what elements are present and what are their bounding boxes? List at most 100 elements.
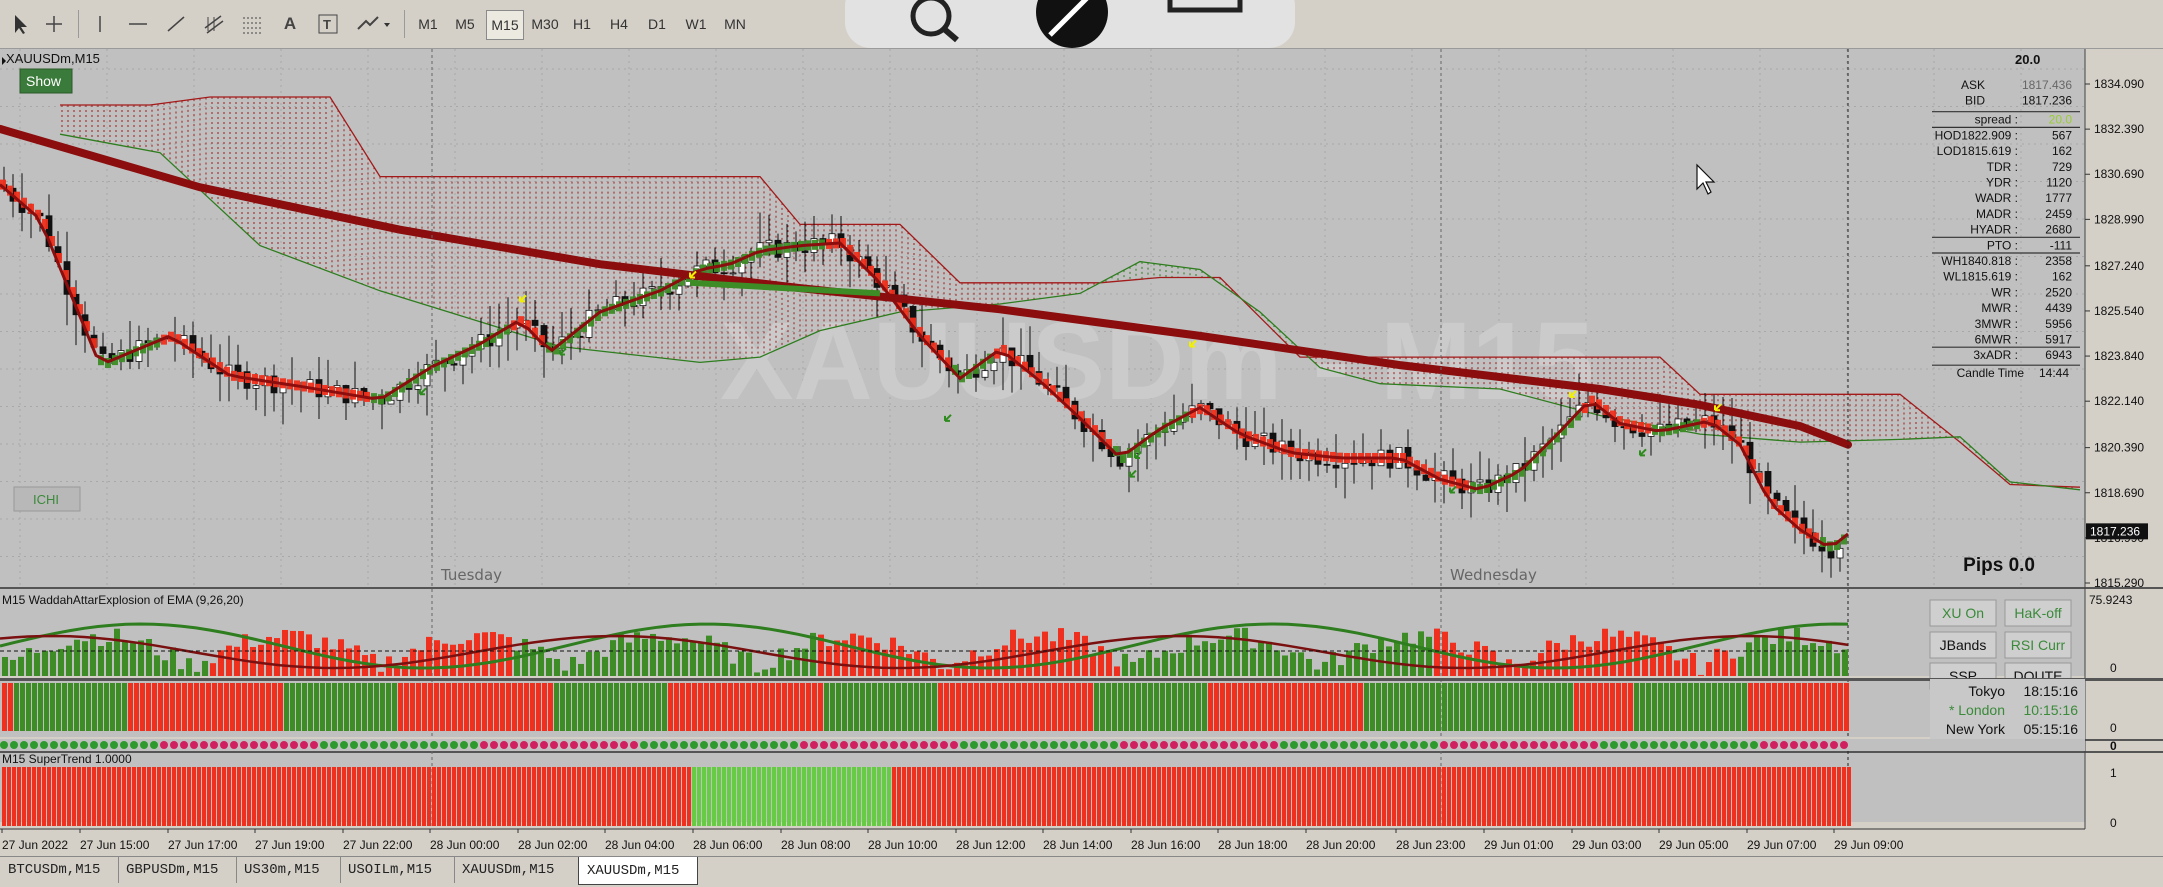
hist-bar xyxy=(470,683,475,731)
wae-bar xyxy=(1738,656,1744,676)
fibonacci-icon[interactable] xyxy=(234,8,270,40)
chart-window[interactable]: XAUUSDm - M15 Tuesday Wednesday XAUUSDm,M15… xyxy=(0,49,2163,858)
supertrend-bar xyxy=(1422,767,1426,826)
timeframe-m15-button[interactable]: M15 xyxy=(486,10,524,40)
wae-bar xyxy=(1378,638,1384,676)
signal-dot xyxy=(1430,741,1438,749)
hist-bar xyxy=(962,683,967,731)
supertrend-bar xyxy=(1807,767,1811,826)
supertrend-bar xyxy=(232,767,236,826)
wae-bar xyxy=(1226,635,1232,676)
hist-bar xyxy=(818,683,823,731)
timeframe-h4-button[interactable]: H4 xyxy=(601,10,637,38)
supertrend-bar xyxy=(567,767,571,826)
signal-dot xyxy=(750,741,758,749)
timeframe-h1-button[interactable]: H1 xyxy=(564,10,600,38)
chart-tab[interactable]: US30m,M15 xyxy=(236,857,341,883)
supertrend-bar xyxy=(1072,767,1076,826)
supertrend-bar xyxy=(502,767,506,826)
hist-bar xyxy=(68,683,73,731)
timeframe-d1-button[interactable]: D1 xyxy=(639,10,675,38)
info-label: WH1840.818 : xyxy=(1941,254,2018,268)
hist-bar xyxy=(404,683,409,731)
supertrend-bar xyxy=(907,767,911,826)
supertrend-bar xyxy=(1097,767,1101,826)
arrow-icon[interactable] xyxy=(352,8,396,40)
crosshair-icon[interactable] xyxy=(36,8,72,40)
hist-bar xyxy=(326,683,331,731)
text-icon[interactable]: A xyxy=(272,8,308,40)
supertrend-bar xyxy=(1262,767,1266,826)
hist-bar xyxy=(830,683,835,731)
hist-bar xyxy=(1004,683,1009,731)
candle-body xyxy=(729,272,737,275)
wae-bar xyxy=(858,635,864,676)
supertrend-bar xyxy=(727,767,731,826)
chart-tab[interactable]: XAUUSDm,M15 xyxy=(454,857,579,883)
supertrend-bar xyxy=(267,767,271,826)
horizontal-line-icon[interactable] xyxy=(120,8,156,40)
wae-bar xyxy=(1834,653,1840,676)
supertrend-bar xyxy=(37,767,41,826)
supertrend-bar xyxy=(1427,767,1431,826)
supertrend-bar xyxy=(702,767,706,826)
signal-dot xyxy=(20,741,28,749)
wae-bar xyxy=(1354,643,1360,676)
chart-tab[interactable]: BTCUSDm,M15 xyxy=(0,857,119,883)
wae-bar xyxy=(546,658,552,676)
supertrend-bar xyxy=(1557,767,1561,826)
hist-bar xyxy=(1232,683,1237,731)
supertrend-bar xyxy=(192,767,196,826)
supertrend-bar xyxy=(1127,767,1131,826)
hist-bar xyxy=(1844,683,1849,731)
trendline-icon[interactable] xyxy=(158,8,194,40)
wae-bar xyxy=(978,656,984,676)
chart-tab[interactable]: GBPUSDm,M15 xyxy=(118,857,237,883)
signal-dot xyxy=(260,741,268,749)
text-label-icon[interactable]: T xyxy=(310,8,346,40)
hist-bar xyxy=(1718,683,1723,731)
hist-bar xyxy=(1772,683,1777,731)
timeframe-m1-button[interactable]: M1 xyxy=(410,10,446,38)
hist-bar xyxy=(1580,683,1585,731)
chart-tab[interactable]: XAUUSDm,M15 xyxy=(578,857,698,885)
chart-tab-bar: BTCUSDm,M15 GBPUSDm,M15 US30m,M15 USOILm,M1… xyxy=(0,856,2163,887)
vertical-line-icon[interactable] xyxy=(82,8,118,40)
hist-scale-zero: 0 xyxy=(2110,721,2117,735)
supertrend-bar xyxy=(967,767,971,826)
hist-bar xyxy=(704,683,709,731)
hist-bar xyxy=(1790,683,1795,731)
supertrend-bar xyxy=(1627,767,1631,826)
chart-tab[interactable]: USOILm,M15 xyxy=(340,857,455,883)
signal-dot xyxy=(330,741,338,749)
wae-bar xyxy=(1818,645,1824,676)
signal-dot xyxy=(1550,741,1558,749)
timeframe-mn-button[interactable]: MN xyxy=(717,10,753,38)
signal-dot xyxy=(960,741,968,749)
channel-icon[interactable] xyxy=(196,8,232,40)
hist-bar xyxy=(1178,683,1183,731)
hist-bar xyxy=(1538,683,1543,731)
price-tick-label: 1827.240 xyxy=(2094,259,2144,273)
supertrend-bar xyxy=(1112,767,1116,826)
signal-dot xyxy=(460,741,468,749)
hist-bar xyxy=(1118,683,1123,731)
signal-dot xyxy=(270,741,278,749)
timeframe-m5-button[interactable]: M5 xyxy=(447,10,483,38)
timeframe-w1-button[interactable]: W1 xyxy=(678,10,714,38)
signal-dot xyxy=(300,741,308,749)
signal-dot xyxy=(900,741,908,749)
supertrend-bar xyxy=(322,767,326,826)
supertrend-bar xyxy=(282,767,286,826)
hist-bar xyxy=(812,683,817,731)
cursor-icon[interactable] xyxy=(2,8,38,40)
wae-bar xyxy=(658,640,664,676)
supertrend-bar xyxy=(1617,767,1621,826)
supertrend-bar xyxy=(1202,767,1206,826)
hist-bar xyxy=(986,683,991,731)
hist-bar xyxy=(800,683,805,731)
signal-dot xyxy=(910,741,918,749)
hist-bar xyxy=(548,683,553,731)
supertrend-bar xyxy=(237,767,241,826)
timeframe-m30-button[interactable]: M30 xyxy=(525,10,565,38)
